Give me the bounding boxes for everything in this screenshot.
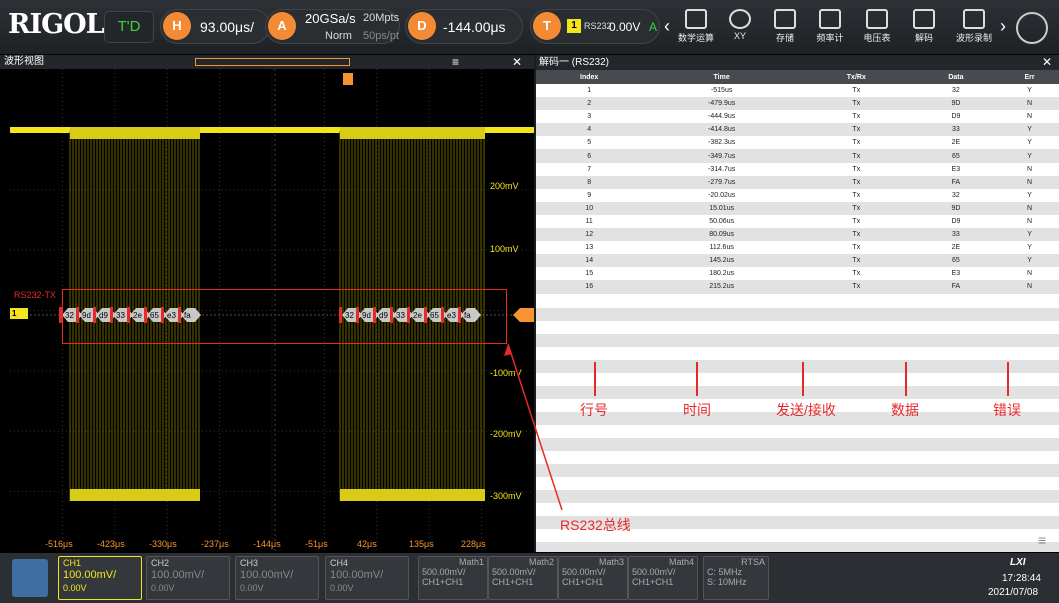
clock-date: 2021/07/08 [988, 587, 1039, 598]
ch1-box[interactable]: CH1 100.00mV/ 0.00V [58, 556, 142, 600]
lxi-icon: LXI [1010, 557, 1026, 568]
ch2-box[interactable]: CH2 100.00mV/ 0.00V [146, 556, 230, 600]
clock-time: 17:28:44 [1002, 573, 1041, 584]
annotation-overlay [504, 343, 563, 511]
math4-box[interactable]: Math4 500.00mV/CH1+CH1 [628, 556, 698, 600]
rtsa-box[interactable]: RTSA C: 5MHz S: 10MHz [703, 556, 769, 600]
channel-bar: CH1 100.00mV/ 0.00V CH2 100.00mV/ 0.00V … [0, 552, 1059, 603]
math3-box[interactable]: Math3 500.00mV/CH1+CH1 [558, 556, 628, 600]
ch3-box[interactable]: CH3 100.00mV/ 0.00V [235, 556, 319, 600]
math2-box[interactable]: Math2 500.00mV/CH1+CH1 [488, 556, 558, 600]
math1-box[interactable]: Math1 500.00mV/CH1+CH1 [418, 556, 488, 600]
ch4-box[interactable]: CH4 100.00mV/ 0.00V [325, 556, 409, 600]
home-menu-icon[interactable] [12, 559, 48, 597]
